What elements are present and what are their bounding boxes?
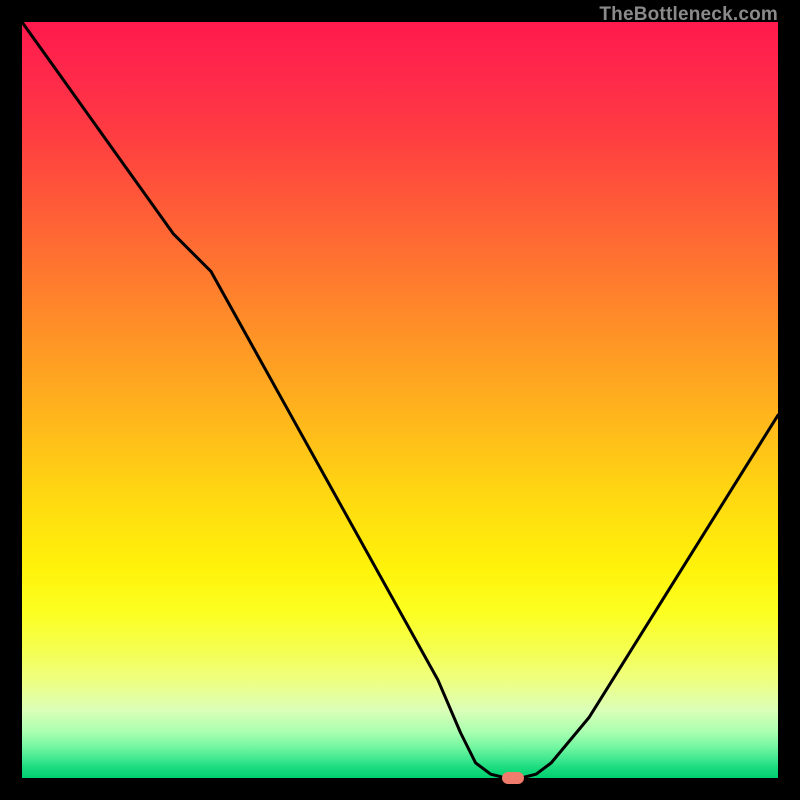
bottleneck-chart: TheBottleneck.com xyxy=(0,0,800,800)
plot-area xyxy=(22,22,778,778)
optimal-marker xyxy=(502,772,524,784)
watermark-text: TheBottleneck.com xyxy=(599,4,778,26)
gradient-background xyxy=(22,22,778,778)
